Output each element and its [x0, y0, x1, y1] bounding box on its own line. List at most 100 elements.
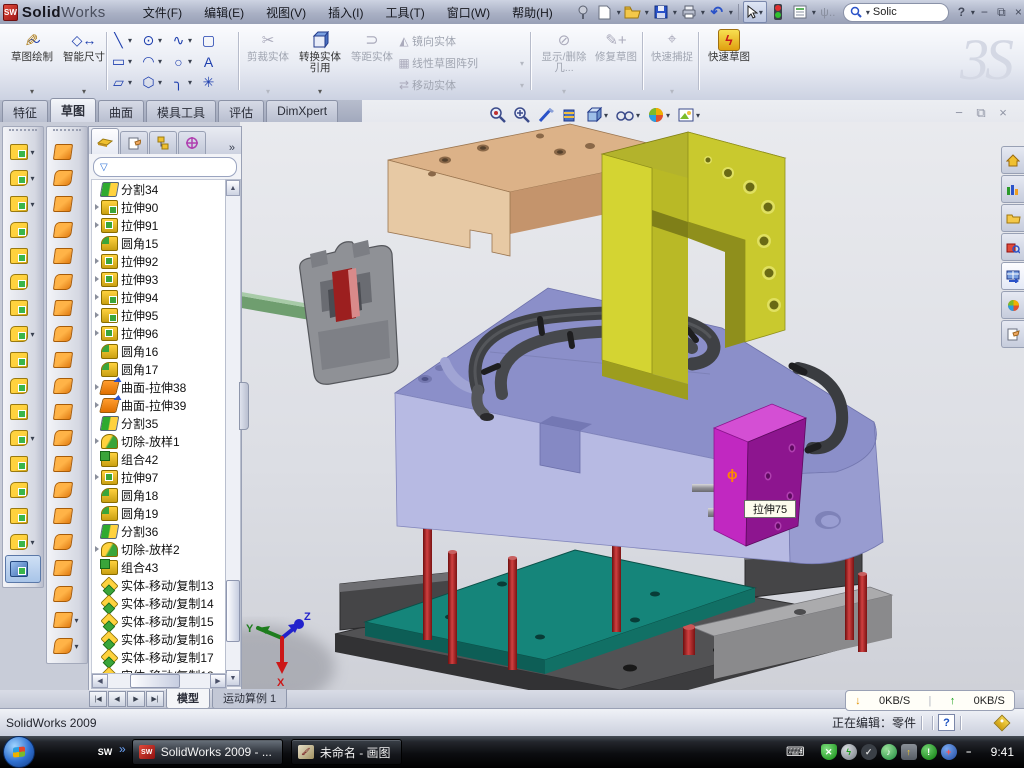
feature-tree-item[interactable]: 拉伸97 — [92, 468, 226, 486]
feature-tree-item[interactable]: 实体-移动/复制13 — [92, 576, 226, 594]
scroll-up-button[interactable]: ▲ — [226, 180, 240, 196]
help-button[interactable]: ? — [953, 5, 970, 20]
delete-body-icon[interactable]: ▾ — [3, 425, 43, 451]
move-body-icon[interactable]: ▾ — [3, 373, 43, 399]
tab-mold-tools[interactable]: 模具工具 — [146, 100, 216, 122]
reference-geometry-icon[interactable]: ▾ — [47, 607, 87, 633]
taskbar-clock[interactable]: 9:41 — [991, 745, 1014, 759]
expand-arrow-icon[interactable] — [95, 402, 99, 408]
expand-arrow-icon[interactable] — [95, 330, 99, 336]
tag-icon[interactable] — [994, 714, 1011, 731]
file-explorer-tab[interactable] — [1001, 204, 1024, 232]
shape-feature-icon[interactable]: ▾ — [47, 581, 87, 607]
hide-show-items-icon[interactable]: ▾ — [615, 106, 641, 124]
doc-minimize-button[interactable]: − — [948, 105, 970, 120]
sketch-tool-button[interactable]: ∿▾ — [170, 30, 200, 51]
expand-arrow-icon[interactable] — [95, 276, 99, 282]
design-library-tab[interactable] — [1001, 175, 1024, 203]
视图(V)[interactable]: 视图(V) — [255, 1, 317, 24]
dimxpert-manager-tab[interactable] — [178, 131, 206, 154]
tab-surfaces[interactable]: 曲面 — [98, 100, 144, 122]
feature-tree-item[interactable]: 组合42 — [92, 450, 226, 468]
sketch-tool-button[interactable]: ▢▾ — [200, 30, 230, 51]
custom-properties-tab[interactable] — [1001, 320, 1024, 348]
feature-tree-item[interactable]: 圆角15 — [92, 234, 226, 252]
feature-tree-item[interactable]: 拉伸90 — [92, 198, 226, 216]
project-curve-icon[interactable]: ▾ — [3, 529, 43, 555]
convert-entities-button[interactable]: 转换实体引用▾ — [294, 27, 346, 97]
view-orientation-icon[interactable] — [561, 106, 579, 124]
tab-features[interactable]: 特征 — [2, 100, 48, 122]
extruded-boss-icon[interactable]: ▾ — [3, 139, 43, 165]
插入(I)[interactable]: 插入(I) — [317, 1, 374, 24]
motion-study-tab[interactable]: 运动算例 1 — [212, 689, 287, 709]
帮助(H)[interactable]: 帮助(H) — [501, 1, 564, 24]
zoom-fit-icon[interactable] — [489, 106, 507, 124]
select-tool-button[interactable]: ▾ — [743, 1, 767, 23]
split-icon[interactable]: ▾ — [3, 347, 43, 373]
tree-filter-box[interactable]: ▽ — [93, 157, 237, 177]
surface-fillet-icon[interactable]: ▾ — [47, 529, 87, 555]
scroll-right-button[interactable]: ▶ — [210, 674, 226, 688]
doc-restore-button[interactable]: ⧉ — [970, 105, 992, 120]
print-icon[interactable] — [679, 3, 699, 21]
filled-surface-icon[interactable]: ▾ — [47, 243, 87, 269]
pin-toolbar-icon[interactable] — [573, 3, 593, 21]
tree-vertical-scrollbar[interactable]: ▲ ▼ — [225, 179, 241, 687]
tab-dimxpert[interactable]: DimXpert — [266, 100, 338, 122]
feature-tree-item[interactable]: 曲面-拉伸38 — [92, 378, 226, 396]
rebuild-stoplight-icon[interactable] — [768, 3, 788, 21]
expand-arrow-icon[interactable] — [95, 474, 99, 480]
feature-tree-item[interactable]: 拉伸95 — [92, 306, 226, 324]
3d-viewport[interactable]: ϕ Y Z X — [240, 122, 1024, 690]
toolbar-extra-icon[interactable]: ψ.. — [818, 3, 838, 21]
boundary-surface-icon[interactable]: ▾ — [47, 217, 87, 243]
feature-tree-item[interactable]: 拉伸92 — [92, 252, 226, 270]
sketch-tool-button[interactable]: ▱▾ — [110, 72, 140, 93]
minimize-button[interactable]: − — [976, 5, 993, 20]
red-stub-pin[interactable] — [683, 624, 695, 655]
first-tab-button[interactable]: |◀ — [89, 691, 107, 707]
restore-button[interactable]: ⧉ — [993, 5, 1010, 20]
display-style-icon[interactable]: ▾ — [585, 106, 609, 124]
feature-tree-item[interactable]: 分割36 — [92, 522, 226, 540]
update-tray-icon[interactable]: ✓ — [861, 744, 877, 760]
untrim-surface-icon[interactable]: ▾ — [47, 399, 87, 425]
scroll-left-button[interactable]: ◀ — [92, 674, 108, 688]
model-tab[interactable]: 模型 — [166, 689, 210, 709]
insert-part-icon[interactable]: ▾ — [3, 451, 43, 477]
knit-surface-icon[interactable]: ▾ — [47, 425, 87, 451]
feature-tree-item[interactable]: 曲面-拉伸39 — [92, 396, 226, 414]
feature-tree-item[interactable]: 圆角18 — [92, 486, 226, 504]
feature-tree-item[interactable]: 实体-移动/复制17 — [92, 648, 226, 666]
tab-evaluate[interactable]: 评估 — [218, 100, 264, 122]
chamfer-icon[interactable]: ▾ — [3, 217, 43, 243]
freeform-icon[interactable]: ▾ — [47, 503, 87, 529]
feature-tree-item[interactable]: 实体-移动/复制15 — [92, 612, 226, 630]
open-icon[interactable] — [623, 3, 643, 21]
scroll-down-button[interactable]: ▼ — [226, 670, 240, 686]
reference-point-icon[interactable]: ▾ — [3, 477, 43, 503]
composite-curve-icon[interactable]: ▾ — [3, 503, 43, 529]
tree-horizontal-scrollbar[interactable]: ◀ ▶ — [91, 673, 227, 689]
feature-tree-item[interactable]: 拉伸96 — [92, 324, 226, 342]
curves-icon[interactable]: ▾ — [47, 633, 87, 659]
close-button[interactable]: × — [1010, 5, 1024, 20]
search-box[interactable]: ▾Solic — [843, 3, 949, 22]
solidworks-resources-tab[interactable] — [1001, 146, 1024, 174]
feature-tree-item[interactable]: 切除-放样2 — [92, 540, 226, 558]
extend-surface-icon[interactable]: ▾ — [47, 347, 87, 373]
draft-icon[interactable]: ▾ — [3, 269, 43, 295]
feature-tree-item[interactable]: 切除-放样1 — [92, 432, 226, 450]
sketch-tool-button[interactable]: ✳▾ — [200, 72, 230, 93]
doc-close-button[interactable]: × — [992, 105, 1014, 120]
swept-surface-icon[interactable]: ▾ — [47, 139, 87, 165]
property-manager-tab[interactable] — [120, 131, 148, 154]
save-icon[interactable] — [651, 3, 671, 21]
options-icon[interactable] — [790, 3, 810, 21]
sketch-tool-button[interactable]: ▭▾ — [110, 51, 140, 72]
search-tab[interactable] — [1001, 233, 1024, 261]
extruded-cut-icon[interactable]: ▾ — [3, 165, 43, 191]
thicken-icon[interactable]: ▾ — [47, 451, 87, 477]
linear-pattern-icon[interactable]: ▾ — [3, 321, 43, 347]
